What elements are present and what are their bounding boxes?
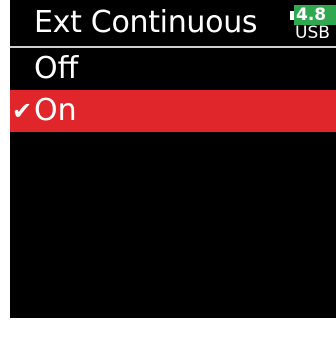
menu-item-on[interactable]: ✔ On [10,90,336,132]
menu-item-label: Off [34,51,79,86]
device-screen: Ext Continuous 4.8 USB Off ✔ On [10,0,336,318]
battery-level: 4.8 [294,5,336,25]
screen-header: Ext Continuous 4.8 USB [10,0,336,48]
options-menu: Off ✔ On [10,48,336,132]
power-source-label: USB [295,23,330,43]
page-title: Ext Continuous [34,5,258,40]
menu-item-label: On [34,93,77,128]
battery-indicator: 4.8 USB [290,4,336,44]
checkmark-icon: ✔ [12,97,33,125]
menu-item-off[interactable]: Off [10,48,336,90]
